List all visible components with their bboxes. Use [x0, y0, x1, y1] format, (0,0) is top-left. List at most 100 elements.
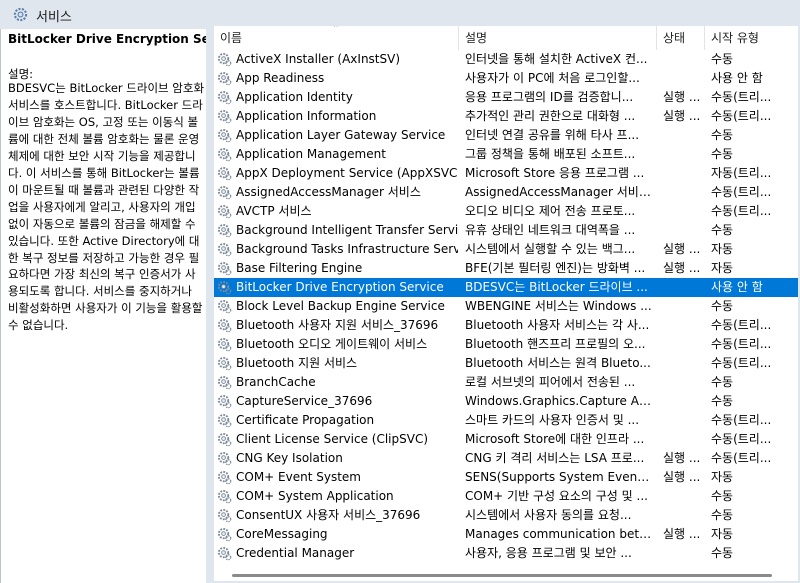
- service-description-cell: Bluetooth 핸즈프리 프로필의 오...: [465, 337, 646, 351]
- service-description-cell: Microsoft Store에 대한 인프라 ...: [465, 432, 645, 446]
- table-row[interactable]: Bluetooth 오디오 게이트웨이 서비스 Bluetooth 핸즈프리 프로…: [214, 335, 798, 354]
- service-startup-type: 자동: [711, 527, 734, 541]
- service-gear-icon: [217, 546, 232, 561]
- table-row[interactable]: Bluetooth 사용자 지원 서비스_37696 Bluetooth 사용자 …: [214, 316, 798, 335]
- service-startup-type: 수동(트리...: [711, 109, 772, 123]
- service-status: [663, 411, 701, 430]
- service-description-cell: Windows.Graphics.Capture API...: [465, 394, 653, 408]
- service-gear-icon: [217, 204, 232, 219]
- service-gear-icon: [217, 299, 232, 314]
- table-row[interactable]: Background Intelligent Transfer Service 유…: [214, 221, 798, 240]
- service-status: [663, 50, 701, 69]
- description-pane: BitLocker Drive Encryption Service 설명: B…: [0, 29, 206, 583]
- service-status: [663, 278, 701, 297]
- service-gear-icon: [217, 261, 232, 276]
- service-gear-icon: [217, 318, 232, 333]
- service-status: 실행 ...: [663, 261, 701, 275]
- service-gear-icon: [217, 223, 232, 238]
- table-row[interactable]: ConsentUX 사용자 서비스_37696 시스템에서 사용자 동의를 요청.…: [214, 506, 798, 525]
- service-name: Application Management: [236, 147, 386, 161]
- service-startup-type: 수동(트리...: [711, 185, 772, 199]
- service-description-cell: Bluetooth 서비스는 원격 Blueto...: [465, 356, 651, 370]
- service-status: 실행 ...: [663, 242, 701, 256]
- service-startup-type: 수동(트리...: [711, 413, 772, 427]
- service-gear-icon: [217, 489, 232, 504]
- service-status: [663, 335, 701, 354]
- service-status: 실행 ...: [663, 527, 701, 541]
- table-row[interactable]: Application Identity 응용 프로그램의 ID를 검증합니...…: [214, 88, 798, 107]
- table-row[interactable]: AssignedAccessManager 서비스 AssignedAccessM…: [214, 183, 798, 202]
- table-row-selected[interactable]: BitLocker Drive Encryption Service BDESVC…: [214, 278, 798, 297]
- table-row[interactable]: AVCTP 서비스 오디오 비디오 제어 전송 프로토... 수동(트리...: [214, 202, 798, 221]
- table-row[interactable]: Certificate Propagation 스마트 카드의 사용자 인증서 및…: [214, 411, 798, 430]
- table-row[interactable]: Bluetooth 지원 서비스 Bluetooth 서비스는 원격 Blueto…: [214, 354, 798, 373]
- service-gear-icon: [217, 375, 232, 390]
- service-status: [663, 373, 701, 392]
- table-row[interactable]: App Readiness 사용자가 이 PC에 처음 로그인할... 사용 안 함: [214, 69, 798, 88]
- table-row[interactable]: BranchCache 로컬 서브넷의 피어에서 전송된 ... 수동: [214, 373, 798, 392]
- service-startup-type: 수동: [711, 546, 734, 560]
- service-name: Application Layer Gateway Service: [236, 128, 446, 142]
- service-description-cell: 시스템에서 사용자 동의를 요청...: [465, 508, 632, 522]
- table-row[interactable]: COM+ Event System SENS(Supports System Ev…: [214, 468, 798, 487]
- service-gear-icon: [217, 71, 232, 86]
- table-row[interactable]: Block Level Backup Engine Service WBENGIN…: [214, 297, 798, 316]
- service-name: BranchCache: [236, 375, 316, 389]
- column-header-startup-type[interactable]: 시작 유형: [705, 26, 798, 50]
- service-description-cell: Microsoft Store 응용 프로그램 ...: [465, 166, 645, 180]
- service-startup-type: 수동: [711, 128, 734, 142]
- table-row[interactable]: Client License Service (ClipSVC) Microsof…: [214, 430, 798, 449]
- table-row[interactable]: ActiveX Installer (AxInstSV) 인터넷을 통해 설치한 …: [214, 50, 798, 69]
- horizontal-scrollbar[interactable]: [214, 570, 798, 581]
- services-list[interactable]: ⌃ 이름 설명 상태 시작 유형 ActiveX Installer (AxIn…: [214, 26, 798, 581]
- service-startup-type: 수동: [711, 489, 734, 503]
- service-gear-icon: [217, 451, 232, 466]
- service-name: ActiveX Installer (AxInstSV): [236, 52, 401, 66]
- column-header: ⌃ 이름 설명 상태 시작 유형: [214, 26, 798, 50]
- service-description-cell: 그룹 정책을 통해 배포된 소프트...: [465, 147, 636, 161]
- service-description-cell: 사용자가 이 PC에 처음 로그인할...: [465, 71, 640, 85]
- service-name: Background Tasks Infrastructure Service: [236, 242, 458, 256]
- service-description: BDESVC는 BitLocker 드라이브 암호화 서비스를 호스트합니다. …: [8, 81, 205, 333]
- service-name: Certificate Propagation: [236, 413, 375, 427]
- column-header-status[interactable]: 상태: [657, 26, 705, 50]
- table-row[interactable]: AppX Deployment Service (AppXSVC) Microso…: [214, 164, 798, 183]
- table-row[interactable]: Background Tasks Infrastructure Service 시…: [214, 240, 798, 259]
- table-row[interactable]: CoreMessaging Manages communication betwe…: [214, 525, 798, 544]
- service-status: [663, 183, 701, 202]
- service-startup-type: 수동: [711, 52, 734, 66]
- service-description-cell: COM+ 기반 구성 요소의 구성 및 ...: [465, 489, 648, 503]
- column-header-description[interactable]: 설명: [459, 26, 657, 50]
- service-status: [663, 202, 701, 221]
- table-row[interactable]: Application Information 추가적인 관리 권한으로 대화형 …: [214, 107, 798, 126]
- service-name: Client License Service (ClipSVC): [236, 432, 429, 446]
- service-name: Bluetooth 오디오 게이트웨이 서비스: [236, 337, 428, 351]
- table-row[interactable]: Base Filtering Engine BFE(기본 필터링 엔진)는 방화벽…: [214, 259, 798, 278]
- service-status: [663, 506, 701, 525]
- table-row[interactable]: Credential Manager 사용자, 응용 프로그램 및 보안 ... 수…: [214, 544, 798, 563]
- service-gear-icon: [217, 128, 232, 143]
- service-status: 실행 ...: [663, 90, 701, 104]
- table-row[interactable]: COM+ System Application COM+ 기반 구성 요소의 구성…: [214, 487, 798, 506]
- table-row[interactable]: Application Layer Gateway Service 인터넷 연결 …: [214, 126, 798, 145]
- scrollbar-thumb[interactable]: [232, 574, 772, 577]
- service-startup-type: 수동(트리...: [711, 451, 772, 465]
- service-gear-icon: [217, 394, 232, 409]
- column-header-name[interactable]: ⌃ 이름: [214, 26, 459, 50]
- table-row[interactable]: CaptureService_37696 Windows.Graphics.Cap…: [214, 392, 798, 411]
- table-row[interactable]: CNG Key Isolation CNG 키 격리 서비스는 LSA 프로...…: [214, 449, 798, 468]
- service-startup-type: 수동(트리...: [711, 432, 772, 446]
- service-description-cell: 오디오 비디오 제어 전송 프로토...: [465, 204, 636, 218]
- service-description-cell: 응용 프로그램의 ID를 검증합니...: [465, 90, 634, 104]
- service-status: [663, 69, 701, 88]
- service-status: [663, 126, 701, 145]
- services-gear-icon: [13, 7, 28, 22]
- service-status: [663, 392, 701, 411]
- service-gear-icon: [217, 527, 232, 542]
- service-description-cell: BFE(기본 필터링 엔진)는 방화벽 ...: [465, 261, 646, 275]
- table-row[interactable]: Application Management 그룹 정책을 통해 배포된 소프트.…: [214, 145, 798, 164]
- window-title: 서비스: [36, 10, 72, 25]
- service-name: Application Information: [236, 109, 377, 123]
- service-name: CoreMessaging: [236, 527, 328, 541]
- service-description-cell: 유휴 상태인 네트워크 대역폭을 ...: [465, 223, 636, 237]
